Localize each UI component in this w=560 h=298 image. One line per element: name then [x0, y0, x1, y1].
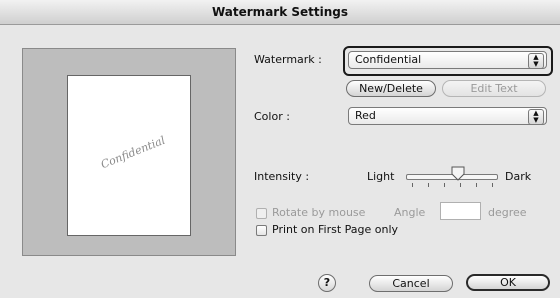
color-select-value: Red: [355, 109, 376, 122]
cancel-button[interactable]: Cancel: [369, 275, 453, 292]
slider-tick: [428, 183, 429, 187]
intensity-label: Intensity :: [254, 170, 310, 183]
new-delete-button[interactable]: New/Delete: [346, 80, 436, 97]
rotate-by-mouse-checkbox[interactable]: [256, 208, 267, 219]
preview-watermark-text: Confidential: [98, 133, 168, 172]
intensity-slider-thumb[interactable]: [451, 166, 465, 181]
updown-arrows-icon: ▲ ▼: [528, 109, 544, 125]
color-select[interactable]: Red ▲ ▼: [348, 107, 547, 125]
slider-tick: [444, 183, 445, 187]
watermark-preview-pane: Confidential: [22, 48, 236, 256]
print-first-page-only-checkbox[interactable]: [256, 225, 267, 236]
watermark-select[interactable]: Confidential ▲ ▼: [348, 51, 547, 69]
print-first-page-only-label: Print on First Page only: [272, 223, 399, 236]
watermark-select-value: Confidential: [355, 53, 422, 66]
watermark-label: Watermark :: [254, 53, 322, 66]
rotate-by-mouse-label: Rotate by mouse: [272, 206, 366, 219]
angle-unit-label: degree: [488, 206, 527, 219]
updown-arrows-icon: ▲ ▼: [528, 53, 544, 69]
intensity-max-label: Dark: [505, 170, 532, 183]
preview-page: Confidential: [67, 75, 191, 236]
watermark-settings-dialog: Watermark Settings Confidential Watermar…: [0, 0, 560, 298]
intensity-min-label: Light: [367, 170, 395, 183]
window-title: Watermark Settings: [0, 0, 560, 25]
slider-tick: [492, 183, 493, 187]
slider-tick: [476, 183, 477, 187]
slider-tick: [412, 183, 413, 187]
angle-input[interactable]: [440, 202, 481, 220]
angle-label: Angle: [394, 206, 426, 219]
edit-text-button[interactable]: Edit Text: [442, 80, 546, 97]
slider-tick: [460, 183, 461, 187]
ok-button[interactable]: OK: [466, 274, 550, 291]
help-icon[interactable]: ?: [318, 274, 336, 292]
color-label: Color :: [254, 110, 290, 123]
